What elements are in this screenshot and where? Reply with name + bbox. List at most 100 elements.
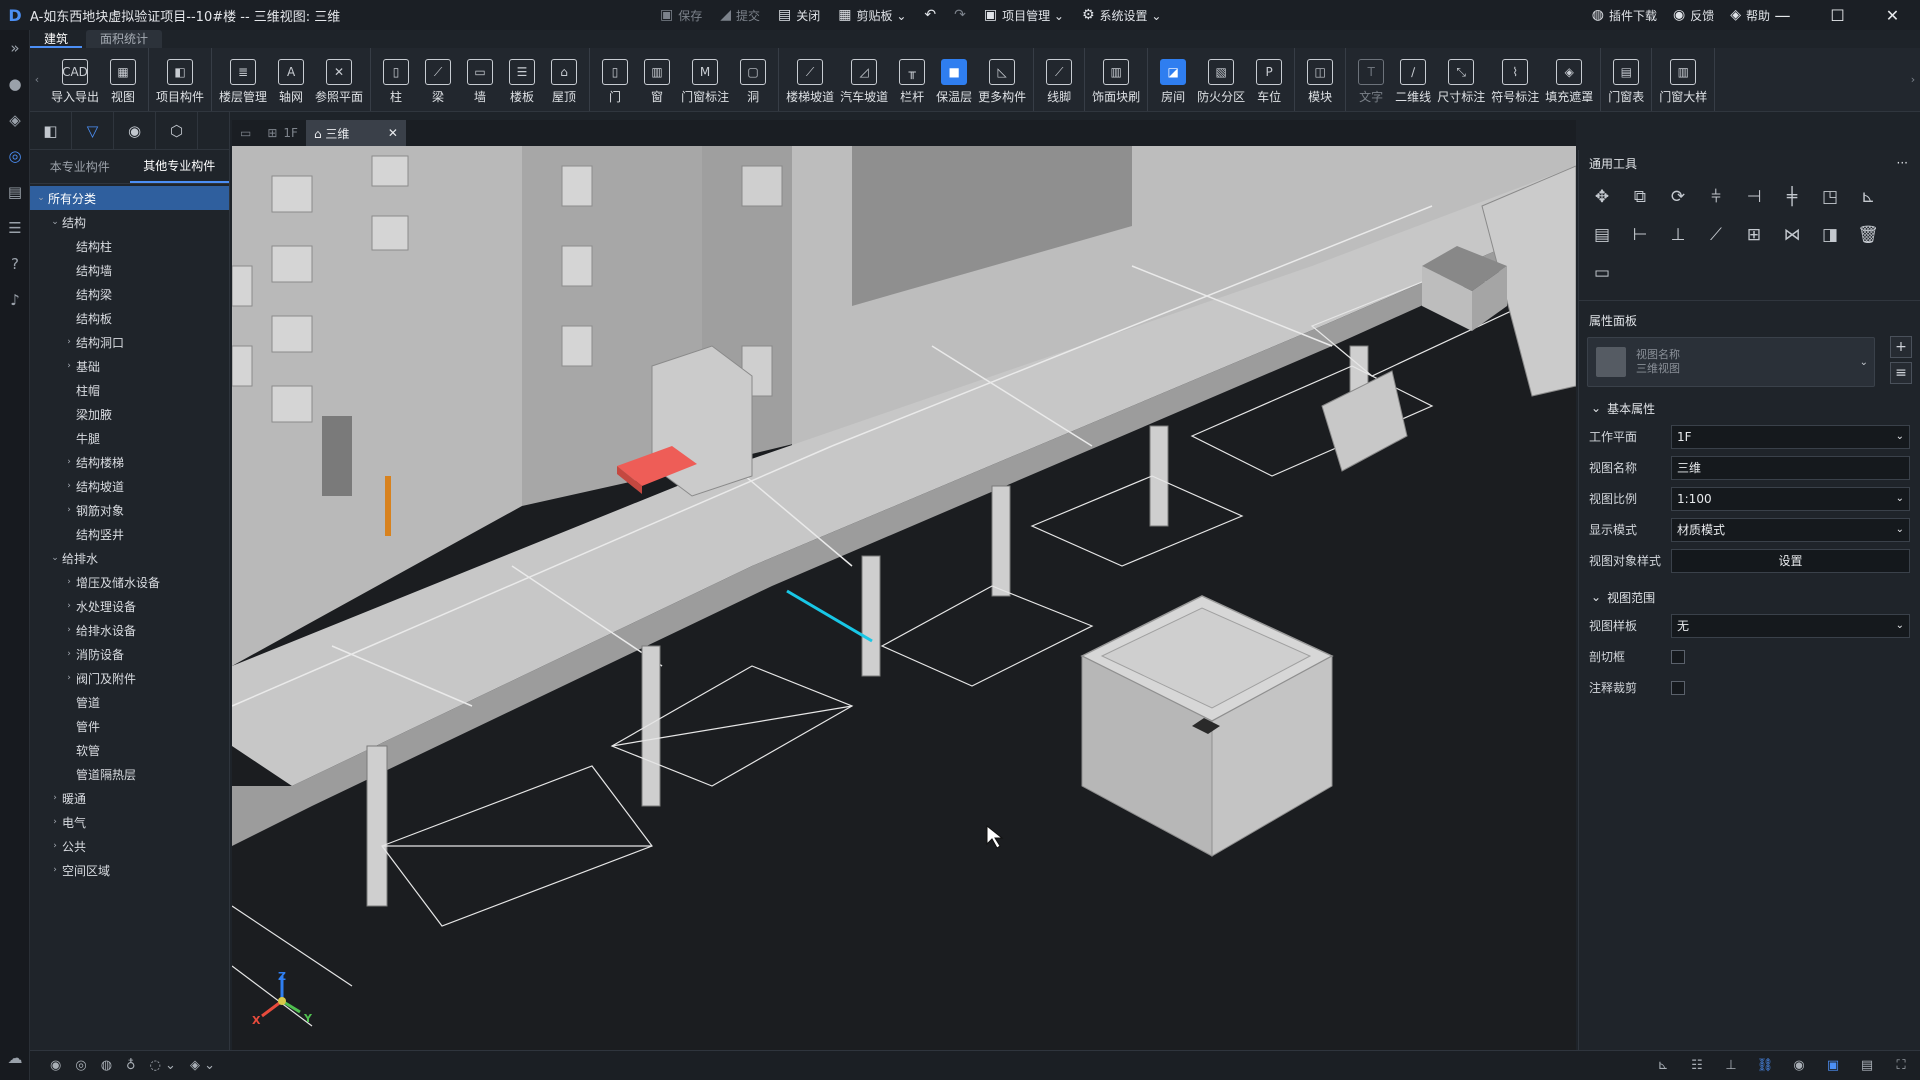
delete-icon[interactable]: 🗑 xyxy=(1849,216,1887,254)
ribbon-button[interactable]: ◧ 项目构件 xyxy=(153,48,207,111)
document-icon[interactable]: ▤ xyxy=(0,174,30,210)
view-type-selector[interactable]: 视图名称 三维视图 ⌄ xyxy=(1587,337,1875,387)
chevron-right-icon[interactable]: › xyxy=(62,457,76,467)
chevron-right-icon[interactable]: › xyxy=(62,337,76,347)
tree-item[interactable]: › 结构楼梯 xyxy=(30,450,229,474)
tab-area-statistics[interactable]: 面积统计 xyxy=(86,30,163,48)
tab-view-3d[interactable]: ⌂ 三维 ✕ xyxy=(305,120,406,146)
chevron-right-icon[interactable]: › xyxy=(48,817,62,827)
ribbon-button[interactable]: ▤ 门窗表 xyxy=(1605,48,1647,111)
titlebar-submit-button[interactable]: ◢ 提交 xyxy=(720,7,760,24)
break-icon[interactable]: ⊥ xyxy=(1659,216,1697,254)
tab-view-1f[interactable]: ⊞ 1F xyxy=(259,120,306,146)
ribbon-button[interactable]: ▦ 视图 xyxy=(102,48,144,111)
ribbon-button[interactable]: ▢ 洞 xyxy=(732,48,774,111)
window-icon[interactable]: ▣ xyxy=(1824,1057,1842,1075)
ribbon-button[interactable]: ⟋ 梁 xyxy=(417,48,459,111)
more-icon[interactable]: ··· xyxy=(1897,156,1908,170)
tab-own-discipline[interactable]: 本专业构件 xyxy=(30,150,130,183)
layer-list-icon[interactable]: ☷ xyxy=(1688,1057,1706,1075)
ribbon-button[interactable]: ▥ 饰面块刷 xyxy=(1089,48,1143,111)
minimize-button[interactable]: — xyxy=(1755,0,1810,30)
tree-item[interactable]: › 结构洞口 xyxy=(30,330,229,354)
tree-item[interactable]: ⌄ 所有分类 xyxy=(30,186,229,210)
layers-icon[interactable]: ☰ xyxy=(0,210,30,246)
avatar-icon[interactable]: ● xyxy=(0,66,30,102)
move-icon[interactable]: ✥ xyxy=(1583,178,1621,216)
cloud-icon[interactable]: ☁ xyxy=(0,1040,30,1076)
property-select[interactable]: 1:100 ⌄ xyxy=(1671,486,1910,511)
extend-icon[interactable]: ╪ xyxy=(1773,178,1811,216)
split-icon[interactable]: ⊣ xyxy=(1735,178,1773,216)
rotate-icon[interactable]: ⟳ xyxy=(1659,178,1697,216)
ribbon-button[interactable]: ⌇ 符号标注 xyxy=(1488,48,1542,111)
eye-icon[interactable]: ◉ xyxy=(50,1057,61,1075)
tree-item[interactable]: 软管 xyxy=(30,738,229,762)
settings-button[interactable]: 设置 xyxy=(1671,548,1910,573)
titlebar-redo-button[interactable]: ↷ xyxy=(954,7,966,23)
tree-item[interactable]: 管件 xyxy=(30,714,229,738)
titlebar-feedback-button[interactable]: ◉ 反馈 xyxy=(1673,7,1714,24)
grid-icon[interactable]: ▤ xyxy=(1858,1057,1876,1075)
ribbon-button[interactable]: ▥ 门窗大样 xyxy=(1656,48,1710,111)
titlebar-undo-button[interactable]: ↶ xyxy=(924,7,936,23)
ribbon-button[interactable]: ⟋ 线脚 xyxy=(1038,48,1080,111)
offset-icon[interactable]: ◳ xyxy=(1811,178,1849,216)
chevron-down-icon[interactable]: ⌄ xyxy=(34,193,48,203)
tab-architecture[interactable]: 建筑 xyxy=(30,30,83,48)
section-header[interactable]: ⌄ 视图范围 xyxy=(1579,584,1920,610)
tree-item[interactable]: ⌄ 给排水 xyxy=(30,546,229,570)
tree-item[interactable]: › 结构坡道 xyxy=(30,474,229,498)
ribbon-button[interactable]: ▯ 柱 xyxy=(375,48,417,111)
tab-other-discipline[interactable]: 其他专业构件 xyxy=(129,150,229,183)
chevron-right-icon[interactable]: › xyxy=(48,841,62,851)
chevron-right-icon[interactable]: › xyxy=(62,505,76,515)
list-icon[interactable]: ≡ xyxy=(1890,362,1912,384)
tree-item[interactable]: 结构板 xyxy=(30,306,229,330)
property-select[interactable]: 1F ⌄ xyxy=(1671,424,1910,449)
isolate-icon[interactable]: ◎ xyxy=(75,1057,86,1075)
chevron-right-icon[interactable]: › xyxy=(62,361,76,371)
chevron-right-icon[interactable]: › xyxy=(62,601,76,611)
titlebar-plugin-button[interactable]: ◍ 插件下载 xyxy=(1592,7,1657,24)
tree-item[interactable]: › 暖通 xyxy=(30,786,229,810)
tree-item[interactable]: 结构竖井 xyxy=(30,522,229,546)
chevron-down-icon[interactable]: ⌄ xyxy=(48,217,62,227)
property-checkbox[interactable] xyxy=(1671,649,1685,664)
ribbon-scroll-right-icon[interactable]: › xyxy=(1906,48,1920,111)
tree-item[interactable]: › 消防设备 xyxy=(30,642,229,666)
ribbon-button[interactable]: P 车位 xyxy=(1248,48,1290,111)
tree-item[interactable]: › 基础 xyxy=(30,354,229,378)
group-icon[interactable]: ⊞ xyxy=(1735,216,1773,254)
ribbon-button[interactable]: M 门窗标注 xyxy=(678,48,732,111)
tree-item[interactable]: › 公共 xyxy=(30,834,229,858)
ribbon-button[interactable]: T 文字 xyxy=(1350,48,1392,111)
copy-icon[interactable]: ⧉ xyxy=(1621,178,1659,216)
scale-icon[interactable]: ⟋ xyxy=(1697,216,1735,254)
filter-icon[interactable]: ▽ xyxy=(72,111,114,150)
titlebar-project-button[interactable]: ▣ 项目管理 ⌄ xyxy=(984,7,1064,24)
pin-icon[interactable]: ◨ xyxy=(1811,216,1849,254)
ribbon-button[interactable]: CAD 导入导出 xyxy=(48,48,102,111)
panel-toggle-icon[interactable]: ◧ xyxy=(30,111,72,150)
tree-item[interactable]: › 水处理设备 xyxy=(30,594,229,618)
tree-item[interactable]: › 增压及储水设备 xyxy=(30,570,229,594)
component-icon[interactable]: ◎ xyxy=(0,138,30,174)
ribbon-button[interactable]: ≣ 楼层管理 xyxy=(216,48,270,111)
array-icon[interactable]: ⊾ xyxy=(1849,178,1887,216)
ribbon-button[interactable]: A 轴网 xyxy=(270,48,312,111)
render-icon[interactable]: ◈ ⌄ xyxy=(190,1057,215,1075)
light-icon[interactable]: ♁ xyxy=(126,1057,136,1075)
tree-item[interactable]: › 钢筋对象 xyxy=(30,498,229,522)
tree-item[interactable]: 结构柱 xyxy=(30,234,229,258)
section-icon[interactable]: ⊥ xyxy=(1722,1057,1740,1075)
chevron-right-icon[interactable]: › xyxy=(62,625,76,635)
3d-model-canvas[interactable] xyxy=(232,146,1576,1050)
ribbon-button[interactable]: ◿ 汽车坡道 xyxy=(837,48,891,111)
tree-item[interactable]: ⌄ 结构 xyxy=(30,210,229,234)
fullscreen-icon[interactable]: ⛶ xyxy=(1892,1057,1910,1075)
tree-item[interactable]: › 阀门及附件 xyxy=(30,666,229,690)
measure-icon[interactable]: ▭ xyxy=(1583,254,1621,292)
tree-item[interactable]: 柱帽 xyxy=(30,378,229,402)
property-select[interactable]: 无 ⌄ xyxy=(1671,613,1910,638)
